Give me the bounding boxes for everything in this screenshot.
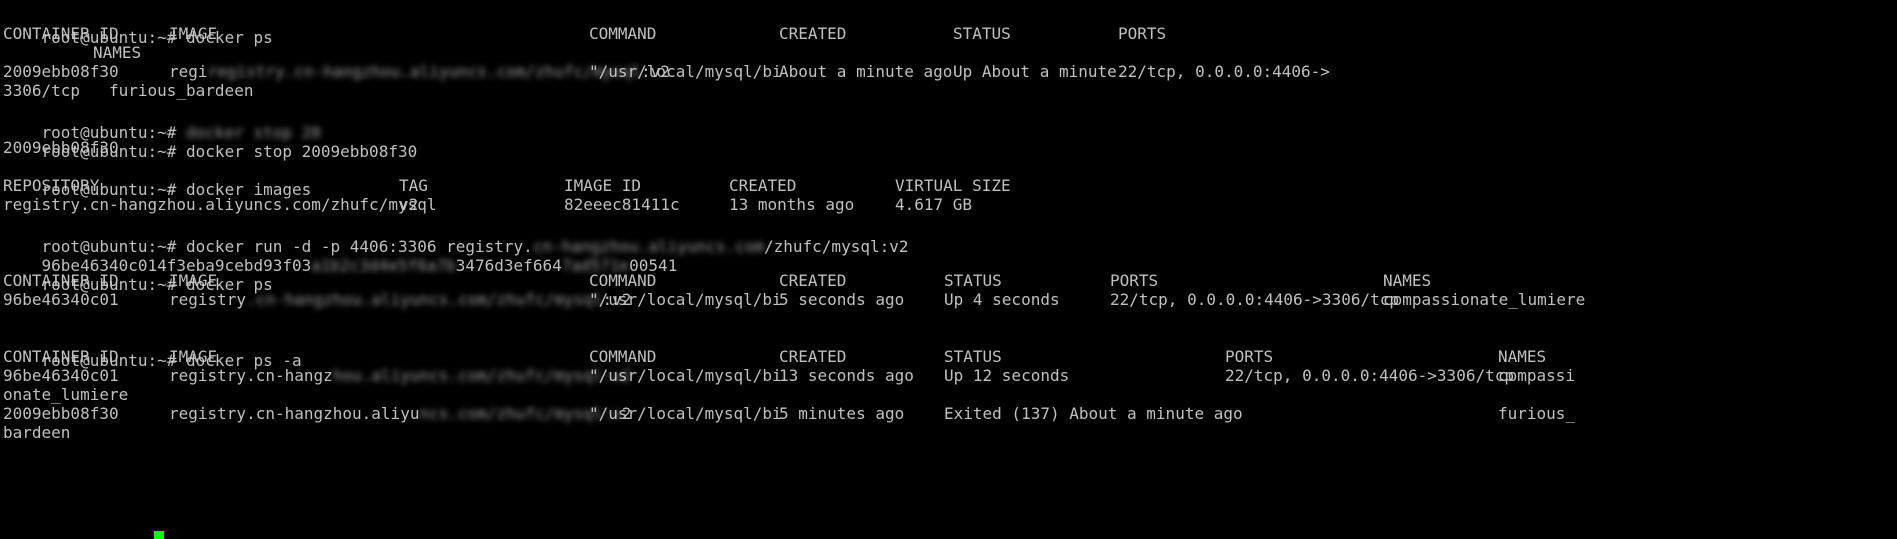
ports-cell: 22/tcp, 0.0.0.0:4406->3306/tcp: [1110, 290, 1399, 309]
names-cell: compassionate_lumiere: [1383, 290, 1586, 309]
container-id: 96be46340c01: [3, 290, 119, 309]
created-cell: 5 minutes ago: [779, 404, 905, 423]
image-cell: registry.cn-hangzhou.aliyuncs.com/zhufc/…: [169, 366, 632, 385]
created-cell: 5 seconds ago: [779, 290, 905, 309]
command-text: /zhufc/mysql:v2: [764, 237, 909, 256]
status-cell: Up 4 seconds: [944, 290, 1060, 309]
created-cell: About a minute ago: [779, 62, 953, 81]
image-cell: registry.cn-hangzhou.aliyuncs.com/zhufc/…: [169, 290, 632, 309]
terminal-window[interactable]: root@ubuntu:~# docker ps CONTAINER ID IM…: [0, 0, 1897, 539]
command-cell: "/usr/local/mysql/bi: [589, 62, 782, 81]
command-cell: "/usr/local/mysql/bi: [589, 366, 782, 385]
table-row: 96be46340c01 registry.cn-hangzhou.aliyun…: [3, 364, 1893, 387]
command-cell: "/usr/local/mysql/bi: [589, 404, 782, 423]
blurred-text: hou.aliyuncs.com/zhufc/mysql:v2: [332, 366, 632, 385]
names-cell: furious_: [1498, 404, 1576, 423]
prompt: root@ubuntu:~#: [42, 465, 177, 484]
status-cell: Up 12 seconds: [944, 366, 1070, 385]
status-cell: Up About a minute: [953, 62, 1117, 81]
command-cell: "/usr/local/mysql/bi: [589, 290, 782, 309]
table-row: 2009ebb08f30 regiregistry.cn-hangzhou.al…: [3, 60, 1893, 83]
image-cell: registry.cn-hangzhou.aliyuncs.com/zhufc/…: [169, 404, 632, 423]
created-cell: 13 seconds ago: [779, 366, 914, 385]
status-cell: Exited (137) About a minute ago: [944, 404, 1243, 423]
text-cursor: [154, 531, 164, 539]
blurred-text: registry.cn-hangzhou.aliyuncs.com/zhufc/…: [207, 62, 642, 81]
table-row: 2009ebb08f30 registry.cn-hangzhou.aliyun…: [3, 402, 1893, 425]
table-row: 96be46340c01 registry.cn-hangzhou.aliyun…: [3, 288, 1893, 311]
ports-cell: 22/tcp, 0.0.0.0:4406->: [1118, 62, 1330, 81]
names-cell: compassi: [1498, 366, 1576, 385]
ports-cell: 22/tcp, 0.0.0.0:4406->3306/tcp: [1225, 366, 1514, 385]
blurred-text: .cn-hangzhou.aliyuncs.com/zhufc/mysql: [246, 290, 603, 309]
